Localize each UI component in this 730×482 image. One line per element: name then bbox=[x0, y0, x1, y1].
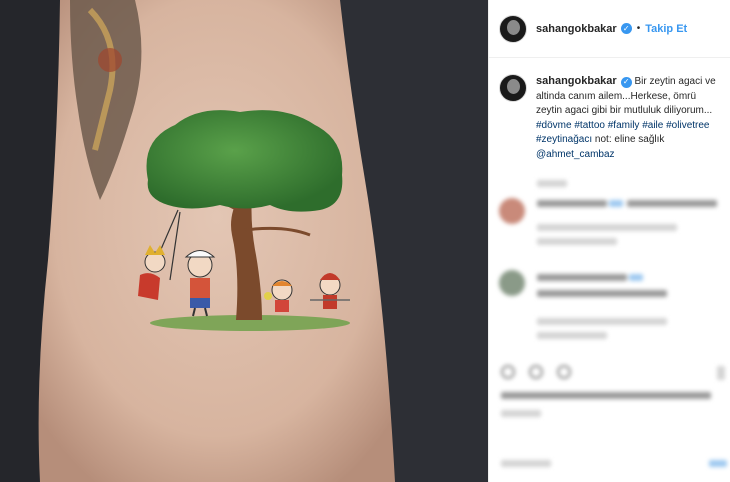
post-photo[interactable] bbox=[0, 0, 488, 482]
hashtag-link[interactable]: #aile bbox=[642, 120, 663, 131]
mention-link[interactable]: @ahmet_cambaz bbox=[536, 149, 615, 160]
avatar[interactable] bbox=[499, 14, 527, 43]
hashtag-link[interactable]: #olivetree bbox=[666, 120, 709, 131]
follow-button[interactable]: Takip Et bbox=[645, 23, 687, 35]
separator-dot: • bbox=[636, 23, 641, 34]
verified-badge-icon: ✓ bbox=[620, 76, 632, 88]
post-header: sahangokbakar ✓ • Takip Et bbox=[489, 0, 730, 58]
hashtag-link[interactable]: #zeytinağacı bbox=[536, 134, 592, 145]
tattoo-image bbox=[0, 0, 488, 482]
hashtag-link[interactable]: #tattoo bbox=[574, 120, 605, 131]
hashtag-link[interactable]: #family bbox=[608, 120, 640, 131]
caption-username[interactable]: sahangokbakar bbox=[536, 75, 617, 87]
verified-badge-icon: ✓ bbox=[620, 23, 632, 34]
post-caption: sahangokbakar ✓ Bir zeytin agaci ve altin… bbox=[489, 58, 730, 162]
caption-text: sahangokbakar ✓ Bir zeytin agaci ve altin… bbox=[536, 74, 720, 162]
caption-avatar[interactable] bbox=[499, 74, 527, 102]
post-side-panel: sahangokbakar ✓ • Takip Et sahangokbakar… bbox=[488, 0, 730, 482]
blurred-comments bbox=[489, 170, 730, 482]
header-username[interactable]: sahangokbakar bbox=[536, 23, 617, 35]
hashtag-link[interactable]: #dövme bbox=[536, 120, 572, 131]
caption-note: not: eline sağlık bbox=[592, 134, 665, 145]
